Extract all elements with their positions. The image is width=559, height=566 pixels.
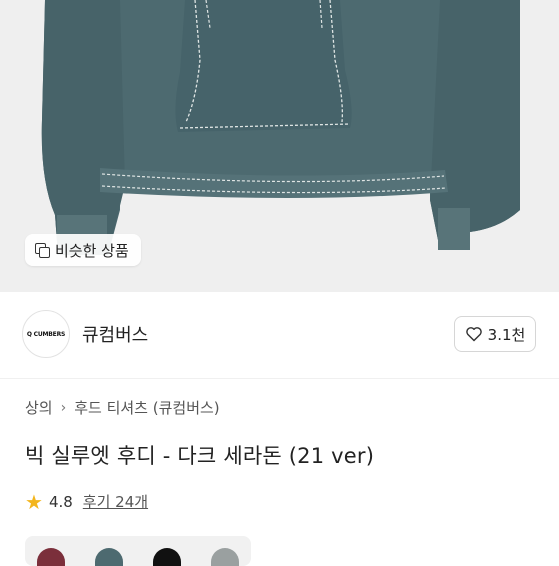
similar-products-label: 비슷한 상품 [55,241,129,260]
similar-icon [35,243,50,258]
breadcrumb-item-subcategory[interactable]: 후드 티셔츠 (큐컴버스) [74,397,219,418]
heart-icon [465,327,482,342]
chevron-right-icon: › [60,399,67,416]
breadcrumb-item-category[interactable]: 상의 [25,397,53,418]
color-swatch-3[interactable] [211,548,239,566]
color-options [25,536,251,566]
store-logo[interactable]: Q CUMBERS [22,310,70,358]
like-button[interactable]: 3.1천 [454,316,536,352]
like-count: 3.1천 [487,325,526,344]
rating-score: 4.8 [48,492,73,511]
star-icon: ★ [25,489,43,514]
color-swatch-0[interactable] [37,548,65,566]
rating-row: ★ 4.8 후기 24개 [25,491,148,512]
breadcrumb: 상의 › 후드 티셔츠 (큐컴버스) [25,397,220,418]
store-name[interactable]: 큐컴버스 [82,321,148,347]
store-row: Q CUMBERS 큐컴버스 3.1천 [0,302,559,362]
divider [0,378,559,379]
reviews-link[interactable]: 후기 24개 [83,491,148,512]
product-image[interactable]: 비슷한 상품 [0,0,559,292]
color-swatch-1[interactable] [95,548,123,566]
similar-products-button[interactable]: 비슷한 상품 [25,234,141,266]
color-swatch-2[interactable] [153,548,181,566]
product-title: 빅 실루엣 후디 - 다크 세라돈 (21 ver) [25,444,375,468]
store-logo-text: Q CUMBERS [26,330,66,338]
